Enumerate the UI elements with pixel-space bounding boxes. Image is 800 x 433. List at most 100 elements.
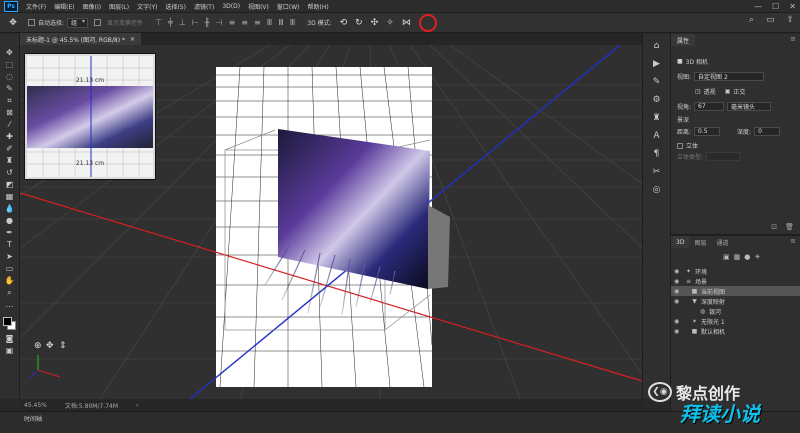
tab-layers[interactable]: 图层 bbox=[689, 236, 711, 248]
menu-window[interactable]: 窗口(W) bbox=[273, 2, 304, 11]
search-icon[interactable]: ⌕ bbox=[749, 15, 754, 25]
move-tool-preset-icon[interactable]: ✥ bbox=[4, 16, 22, 30]
brush-tool-icon[interactable]: ✐ bbox=[3, 144, 17, 154]
libraries-icon[interactable]: ◎ bbox=[650, 184, 664, 196]
menu-select[interactable]: 选择(S) bbox=[161, 2, 190, 11]
visibility-eye-icon[interactable]: ◉ bbox=[674, 278, 679, 285]
camera-icon[interactable]: ▶ bbox=[650, 58, 664, 70]
menu-type[interactable]: 文字(Y) bbox=[133, 2, 161, 11]
distribute-hcenter-icon[interactable]: Ⅲ bbox=[278, 18, 284, 27]
zoom-level[interactable]: 45.45% bbox=[24, 402, 47, 409]
menu-layer[interactable]: 图层(L) bbox=[105, 2, 133, 11]
zoom-tool-icon[interactable]: ⌕ bbox=[3, 288, 17, 298]
quick-select-tool-icon[interactable]: ✎ bbox=[3, 84, 17, 94]
clone-source-icon[interactable]: ♜ bbox=[650, 112, 664, 124]
filter-material-icon[interactable]: ● bbox=[744, 253, 750, 261]
scene-item-environment[interactable]: ◉ ✦ 环境 bbox=[671, 266, 800, 276]
tab-properties[interactable]: 属性 bbox=[671, 34, 696, 46]
distribute-right-icon[interactable]: Ⅲ bbox=[290, 18, 296, 27]
more-tools-icon[interactable]: … bbox=[3, 300, 17, 310]
orthographic-label[interactable]: 正交 bbox=[733, 87, 745, 96]
align-left-icon[interactable]: ⊢ bbox=[192, 18, 199, 27]
close-icon[interactable]: ✕ bbox=[789, 2, 796, 11]
type-tool-icon[interactable]: T bbox=[3, 240, 17, 250]
scene-item-scene[interactable]: ◉ ≡ 场景 bbox=[671, 276, 800, 286]
maximize-icon[interactable]: ☐ bbox=[772, 2, 779, 11]
delete-icon[interactable]: 🗑 bbox=[785, 223, 794, 231]
eyedropper-tool-icon[interactable]: ⁄ bbox=[3, 120, 17, 130]
pan-3d-camera-icon[interactable]: ✣ bbox=[371, 18, 379, 28]
distribute-left-icon[interactable]: Ⅲ bbox=[267, 18, 273, 27]
tab-channels[interactable]: 通道 bbox=[711, 236, 733, 248]
visibility-eye-icon[interactable]: ◉ bbox=[674, 268, 679, 275]
menu-edit[interactable]: 编辑(E) bbox=[50, 2, 78, 11]
depth-input[interactable]: 0 bbox=[754, 127, 781, 136]
visibility-eye-icon[interactable]: ◉ bbox=[674, 288, 679, 295]
navigator-preview[interactable]: 21.13 cm 21.13 cm bbox=[24, 53, 156, 180]
menu-3d[interactable]: 3D(D) bbox=[218, 3, 244, 10]
tab-timeline[interactable]: 时间轴 bbox=[24, 414, 42, 423]
scene-item-depth-map[interactable]: ◉ ▼ 深度映射 bbox=[671, 296, 800, 306]
filter-mesh-icon[interactable]: ▦ bbox=[734, 253, 741, 261]
hand-tool-icon[interactable]: ✋ bbox=[3, 276, 17, 286]
lens-dropdown[interactable]: 毫米镜头 bbox=[727, 102, 772, 111]
filter-light-icon[interactable]: ☀ bbox=[754, 253, 760, 261]
quick-mask-icon[interactable]: ◙ bbox=[3, 334, 17, 344]
dodge-tool-icon[interactable]: ● bbox=[3, 216, 17, 226]
eraser-tool-icon[interactable]: ◩ bbox=[3, 180, 17, 190]
align-hcenter-icon[interactable]: ╫ bbox=[205, 18, 210, 27]
filter-scene-icon[interactable]: ▣ bbox=[723, 253, 730, 261]
menu-file[interactable]: 文件(F) bbox=[22, 2, 50, 11]
scene-item-infinite-light[interactable]: ◉ ✶ 无限光 1 bbox=[671, 316, 800, 326]
align-vcenter-icon[interactable]: ╪ bbox=[168, 18, 173, 27]
fov-input[interactable]: 67 bbox=[694, 102, 725, 111]
history-icon[interactable]: ⌂ bbox=[650, 40, 664, 52]
scene-item-default-camera[interactable]: ◉ ■ 默认相机 bbox=[671, 326, 800, 336]
distribute-bottom-icon[interactable]: ≡ bbox=[254, 18, 261, 27]
minimize-icon[interactable]: — bbox=[754, 2, 762, 11]
view-dropdown[interactable]: 自定视图 2 bbox=[694, 72, 765, 81]
move-tool-icon[interactable]: ✥ bbox=[3, 48, 17, 58]
brush-presets-icon[interactable]: ⚙ bbox=[650, 94, 664, 106]
stamp-tool-icon[interactable]: ♜ bbox=[3, 156, 17, 166]
panel-menu-icon[interactable]: ≡ bbox=[790, 35, 796, 43]
tab-document[interactable]: 未标题-1 @ 45.5% (图河, RGB/8) * × bbox=[20, 33, 141, 45]
close-tab-icon[interactable]: × bbox=[130, 36, 135, 43]
perspective-icon[interactable]: ◳ bbox=[695, 88, 701, 95]
path-select-icon[interactable]: ➤ bbox=[3, 252, 17, 262]
frame-tool-icon[interactable]: ⊠ bbox=[3, 108, 17, 118]
distribute-vcenter-icon[interactable]: ≡ bbox=[241, 18, 248, 27]
screen-mode-icon[interactable]: ▣ bbox=[3, 346, 17, 356]
scene-item-current-view[interactable]: ◉ ■ 当前视图 bbox=[671, 286, 800, 296]
render-icon[interactable]: ⊡ bbox=[771, 223, 777, 231]
menu-image[interactable]: 图像(I) bbox=[79, 2, 105, 11]
orthographic-icon[interactable]: ▣ bbox=[725, 88, 731, 95]
menu-help[interactable]: 帮助(H) bbox=[304, 2, 333, 11]
distribute-top-icon[interactable]: ≡ bbox=[229, 18, 236, 27]
brush-settings-icon[interactable]: ✎ bbox=[650, 76, 664, 88]
auto-select-checkbox[interactable] bbox=[28, 19, 35, 26]
orbit-3d-camera-icon[interactable]: ⟲ bbox=[340, 18, 348, 28]
paragraph-icon[interactable]: ¶ bbox=[650, 148, 664, 160]
gradient-tool-icon[interactable]: ▦ bbox=[3, 192, 17, 202]
marquee-tool-icon[interactable]: ⬚ bbox=[3, 60, 17, 70]
roll-3d-camera-icon[interactable]: ↻ bbox=[355, 18, 363, 28]
foreground-color[interactable] bbox=[2, 317, 12, 326]
stereo-checkbox[interactable] bbox=[677, 142, 683, 149]
auto-select-dropdown[interactable]: 组 bbox=[67, 17, 89, 28]
status-arrow-icon[interactable]: › bbox=[136, 402, 138, 409]
3d-panel-menu-icon[interactable]: ≡ bbox=[790, 237, 796, 245]
healing-tool-icon[interactable]: ✚ bbox=[3, 132, 17, 142]
slide-3d-camera-icon[interactable]: ✧ bbox=[386, 18, 394, 28]
align-bottom-icon[interactable]: ⊥ bbox=[179, 18, 186, 27]
workspace-icon[interactable]: ▭ bbox=[766, 15, 775, 25]
distance-input[interactable]: 0.5 bbox=[694, 127, 721, 136]
zoom-3d-camera-icon[interactable]: ⋈ bbox=[402, 18, 411, 28]
blur-tool-icon[interactable]: 💧 bbox=[3, 204, 17, 214]
pen-tool-icon[interactable]: ✒ bbox=[3, 228, 17, 238]
glyphs-icon[interactable]: ✂ bbox=[650, 166, 664, 178]
crop-tool-icon[interactable]: ⌗ bbox=[3, 96, 17, 106]
align-top-icon[interactable]: ⊤ bbox=[155, 18, 162, 27]
share-icon[interactable]: ⇪ bbox=[786, 15, 794, 25]
character-icon[interactable]: A bbox=[650, 130, 664, 142]
